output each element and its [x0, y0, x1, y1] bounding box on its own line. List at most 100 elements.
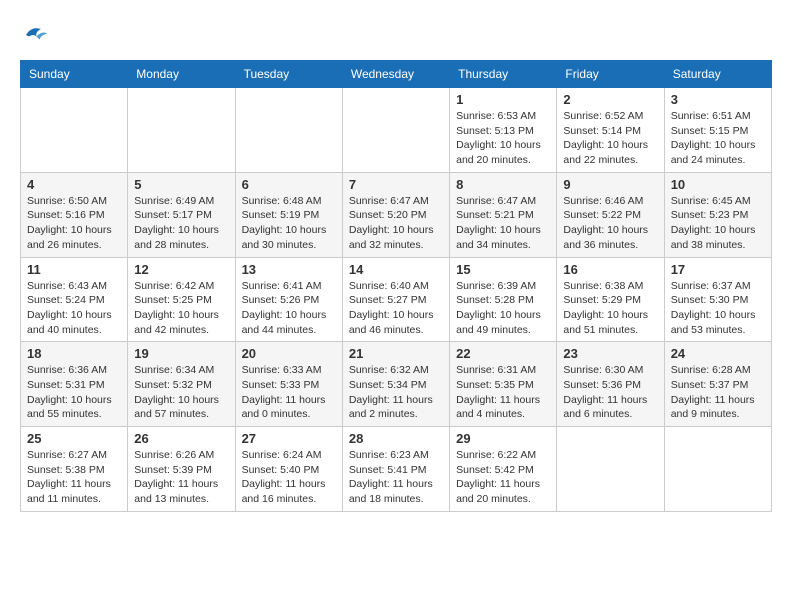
- day-number: 6: [242, 177, 336, 192]
- calendar-header-thursday: Thursday: [450, 61, 557, 88]
- calendar-week-row: 1 Sunrise: 6:53 AM Sunset: 5:13 PM Daylig…: [21, 88, 772, 173]
- calendar-cell: 2 Sunrise: 6:52 AM Sunset: 5:14 PM Daylig…: [557, 88, 664, 173]
- calendar-header-wednesday: Wednesday: [342, 61, 449, 88]
- day-number: 28: [349, 431, 443, 446]
- day-info: Sunrise: 6:34 AM Sunset: 5:32 PM Dayligh…: [134, 363, 228, 422]
- day-info: Sunrise: 6:46 AM Sunset: 5:22 PM Dayligh…: [563, 194, 657, 253]
- day-info: Sunrise: 6:27 AM Sunset: 5:38 PM Dayligh…: [27, 448, 121, 507]
- day-number: 4: [27, 177, 121, 192]
- day-number: 5: [134, 177, 228, 192]
- calendar-cell: 7 Sunrise: 6:47 AM Sunset: 5:20 PM Daylig…: [342, 172, 449, 257]
- calendar-cell: 15 Sunrise: 6:39 AM Sunset: 5:28 PM Dayli…: [450, 257, 557, 342]
- calendar-cell: 13Sunrise: 6:41 AM Sunset: 5:26 PM Dayli…: [235, 257, 342, 342]
- day-number: 15: [456, 262, 550, 277]
- calendar: SundayMondayTuesdayWednesdayThursdayFrid…: [20, 60, 772, 512]
- day-info: Sunrise: 6:40 AM Sunset: 5:27 PM Dayligh…: [349, 279, 443, 338]
- calendar-header-saturday: Saturday: [664, 61, 771, 88]
- day-info: Sunrise: 6:24 AM Sunset: 5:40 PM Dayligh…: [242, 448, 336, 507]
- calendar-cell: 10 Sunrise: 6:45 AM Sunset: 5:23 PM Dayli…: [664, 172, 771, 257]
- day-info: Sunrise: 6:23 AM Sunset: 5:41 PM Dayligh…: [349, 448, 443, 507]
- day-number: 19: [134, 346, 228, 361]
- day-info: Sunrise: 6:51 AM Sunset: 5:15 PM Dayligh…: [671, 109, 765, 168]
- calendar-cell: 12 Sunrise: 6:42 AM Sunset: 5:25 PM Dayli…: [128, 257, 235, 342]
- calendar-cell: 4 Sunrise: 6:50 AM Sunset: 5:16 PM Daylig…: [21, 172, 128, 257]
- day-info: Sunrise: 6:28 AM Sunset: 5:37 PM Dayligh…: [671, 363, 765, 422]
- calendar-cell: 21 Sunrise: 6:32 AM Sunset: 5:34 PM Dayli…: [342, 342, 449, 427]
- day-number: 9: [563, 177, 657, 192]
- calendar-cell: 9 Sunrise: 6:46 AM Sunset: 5:22 PM Daylig…: [557, 172, 664, 257]
- day-number: 18: [27, 346, 121, 361]
- calendar-week-row: 4 Sunrise: 6:50 AM Sunset: 5:16 PM Daylig…: [21, 172, 772, 257]
- day-number: 14: [349, 262, 443, 277]
- day-number: 12: [134, 262, 228, 277]
- calendar-header-row: SundayMondayTuesdayWednesdayThursdayFrid…: [21, 61, 772, 88]
- calendar-cell: [128, 88, 235, 173]
- calendar-cell: 17 Sunrise: 6:37 AM Sunset: 5:30 PM Dayli…: [664, 257, 771, 342]
- calendar-cell: [664, 427, 771, 512]
- calendar-week-row: 18Sunrise: 6:36 AM Sunset: 5:31 PM Dayli…: [21, 342, 772, 427]
- day-number: 20: [242, 346, 336, 361]
- calendar-header-monday: Monday: [128, 61, 235, 88]
- day-number: 21: [349, 346, 443, 361]
- calendar-cell: 28 Sunrise: 6:23 AM Sunset: 5:41 PM Dayli…: [342, 427, 449, 512]
- day-info: Sunrise: 6:42 AM Sunset: 5:25 PM Dayligh…: [134, 279, 228, 338]
- day-number: 16: [563, 262, 657, 277]
- day-number: 7: [349, 177, 443, 192]
- day-info: Sunrise: 6:47 AM Sunset: 5:20 PM Dayligh…: [349, 194, 443, 253]
- day-number: 29: [456, 431, 550, 446]
- day-info: Sunrise: 6:22 AM Sunset: 5:42 PM Dayligh…: [456, 448, 550, 507]
- header: [20, 20, 772, 50]
- day-info: Sunrise: 6:38 AM Sunset: 5:29 PM Dayligh…: [563, 279, 657, 338]
- calendar-cell: 27 Sunrise: 6:24 AM Sunset: 5:40 PM Dayli…: [235, 427, 342, 512]
- logo-bird-icon: [20, 20, 50, 50]
- day-number: 10: [671, 177, 765, 192]
- calendar-cell: 20 Sunrise: 6:33 AM Sunset: 5:33 PM Dayli…: [235, 342, 342, 427]
- day-info: Sunrise: 6:26 AM Sunset: 5:39 PM Dayligh…: [134, 448, 228, 507]
- calendar-header-tuesday: Tuesday: [235, 61, 342, 88]
- calendar-week-row: 11 Sunrise: 6:43 AM Sunset: 5:24 PM Dayli…: [21, 257, 772, 342]
- day-info: Sunrise: 6:32 AM Sunset: 5:34 PM Dayligh…: [349, 363, 443, 422]
- calendar-cell: 5 Sunrise: 6:49 AM Sunset: 5:17 PM Daylig…: [128, 172, 235, 257]
- calendar-cell: 1 Sunrise: 6:53 AM Sunset: 5:13 PM Daylig…: [450, 88, 557, 173]
- day-info: Sunrise: 6:49 AM Sunset: 5:17 PM Dayligh…: [134, 194, 228, 253]
- day-info: Sunrise: 6:53 AM Sunset: 5:13 PM Dayligh…: [456, 109, 550, 168]
- calendar-cell: 11 Sunrise: 6:43 AM Sunset: 5:24 PM Dayli…: [21, 257, 128, 342]
- day-number: 11: [27, 262, 121, 277]
- calendar-week-row: 25 Sunrise: 6:27 AM Sunset: 5:38 PM Dayli…: [21, 427, 772, 512]
- calendar-header-sunday: Sunday: [21, 61, 128, 88]
- calendar-cell: 18Sunrise: 6:36 AM Sunset: 5:31 PM Dayli…: [21, 342, 128, 427]
- day-info: Sunrise: 6:33 AM Sunset: 5:33 PM Dayligh…: [242, 363, 336, 422]
- day-number: 17: [671, 262, 765, 277]
- calendar-cell: 24 Sunrise: 6:28 AM Sunset: 5:37 PM Dayli…: [664, 342, 771, 427]
- day-info: Sunrise: 6:43 AM Sunset: 5:24 PM Dayligh…: [27, 279, 121, 338]
- day-number: 25: [27, 431, 121, 446]
- calendar-cell: 16 Sunrise: 6:38 AM Sunset: 5:29 PM Dayli…: [557, 257, 664, 342]
- day-number: 13: [242, 262, 336, 277]
- calendar-cell: 6 Sunrise: 6:48 AM Sunset: 5:19 PM Daylig…: [235, 172, 342, 257]
- day-info: Sunrise: 6:30 AM Sunset: 5:36 PM Dayligh…: [563, 363, 657, 422]
- calendar-cell: 26Sunrise: 6:26 AM Sunset: 5:39 PM Dayli…: [128, 427, 235, 512]
- day-info: Sunrise: 6:45 AM Sunset: 5:23 PM Dayligh…: [671, 194, 765, 253]
- day-info: Sunrise: 6:37 AM Sunset: 5:30 PM Dayligh…: [671, 279, 765, 338]
- calendar-cell: [342, 88, 449, 173]
- logo: [20, 20, 54, 50]
- calendar-cell: [21, 88, 128, 173]
- calendar-cell: 29 Sunrise: 6:22 AM Sunset: 5:42 PM Dayli…: [450, 427, 557, 512]
- day-number: 24: [671, 346, 765, 361]
- calendar-cell: 19 Sunrise: 6:34 AM Sunset: 5:32 PM Dayli…: [128, 342, 235, 427]
- day-number: 8: [456, 177, 550, 192]
- day-info: Sunrise: 6:39 AM Sunset: 5:28 PM Dayligh…: [456, 279, 550, 338]
- day-number: 2: [563, 92, 657, 107]
- day-info: Sunrise: 6:52 AM Sunset: 5:14 PM Dayligh…: [563, 109, 657, 168]
- calendar-cell: 8Sunrise: 6:47 AM Sunset: 5:21 PM Daylig…: [450, 172, 557, 257]
- day-number: 1: [456, 92, 550, 107]
- day-info: Sunrise: 6:48 AM Sunset: 5:19 PM Dayligh…: [242, 194, 336, 253]
- calendar-cell: [235, 88, 342, 173]
- calendar-cell: 25 Sunrise: 6:27 AM Sunset: 5:38 PM Dayli…: [21, 427, 128, 512]
- day-number: 27: [242, 431, 336, 446]
- day-info: Sunrise: 6:50 AM Sunset: 5:16 PM Dayligh…: [27, 194, 121, 253]
- day-number: 22: [456, 346, 550, 361]
- calendar-cell: [557, 427, 664, 512]
- day-number: 23: [563, 346, 657, 361]
- calendar-cell: 3Sunrise: 6:51 AM Sunset: 5:15 PM Daylig…: [664, 88, 771, 173]
